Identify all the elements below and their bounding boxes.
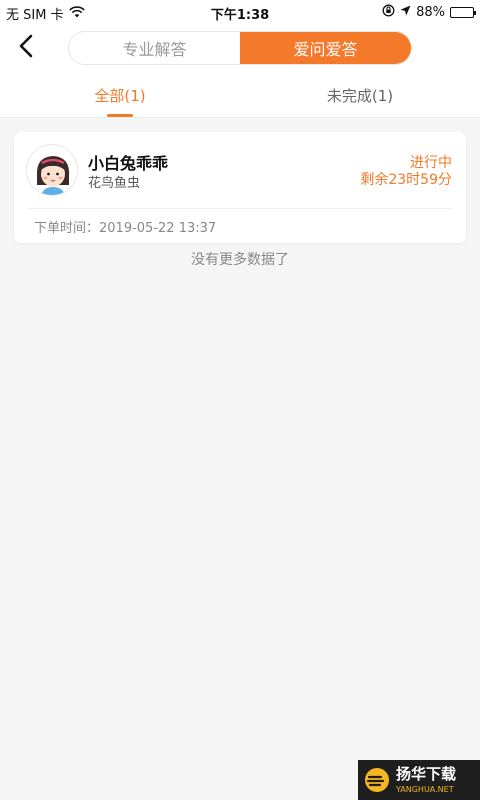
battery-icon (450, 7, 476, 18)
chevron-left-icon (18, 34, 34, 62)
order-time-label: 下单时间： (34, 221, 100, 236)
no-more-data-text: 没有更多数据了 (191, 252, 289, 268)
status-right: 88% (382, 4, 476, 21)
location-arrow-icon (400, 5, 411, 20)
watermark-subtitle: YANGHUA.NET (396, 784, 454, 794)
tab-incomplete[interactable]: 未完成(1) (240, 74, 480, 117)
segment-love-qa[interactable]: 爱问爱答 (240, 32, 411, 64)
girl-avatar-icon (27, 145, 77, 195)
user-name: 小白兔乖乖 (88, 154, 169, 173)
filter-tabs: 全部(1) 未完成(1) (0, 74, 480, 118)
back-button[interactable] (10, 32, 42, 64)
order-category: 花鸟鱼虫 (88, 176, 141, 191)
segment-professional-answers[interactable]: 专业解答 (69, 32, 240, 64)
card-divider (28, 208, 452, 209)
watermark-logo-icon (364, 767, 390, 793)
order-time-row: 下单时间：2019-05-22 13:37 (34, 217, 216, 236)
orientation-lock-icon (382, 4, 395, 21)
nav-bar: 专业解答 爱问爱答 (0, 22, 480, 74)
tab-all[interactable]: 全部(1) (0, 74, 240, 117)
order-time-value: 2019-05-22 13:37 (99, 221, 217, 236)
order-card[interactable]: 小白兔乖乖 花鸟鱼虫 进行中 剩余23时59分 下单时间：2019-05-22 … (14, 132, 466, 243)
avatar (26, 144, 78, 196)
battery-percent: 88% (416, 5, 445, 20)
status-bar: 无 SIM 卡 下午1:38 88% (0, 0, 480, 23)
remaining-time: 剩余23时59分 (360, 172, 452, 188)
watermark-texts: 扬华下载 YANGHUA.NET (396, 764, 457, 794)
watermark-title: 扬华下载 (396, 764, 457, 783)
segmented-control: 专业解答 爱问爱答 (68, 31, 412, 65)
site-watermark: 扬华下载 YANGHUA.NET (358, 760, 480, 800)
